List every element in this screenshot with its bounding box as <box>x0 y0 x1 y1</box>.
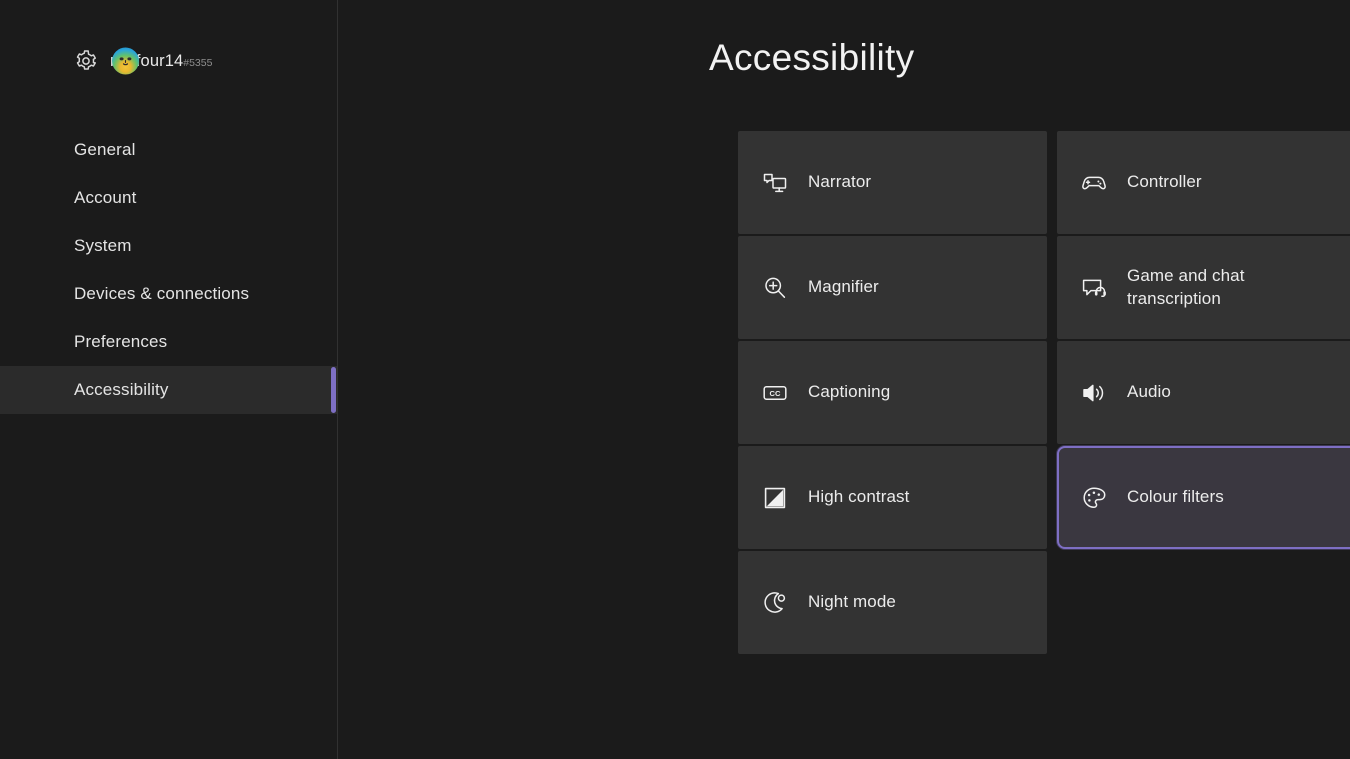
tile-magnifier[interactable]: Magnifier <box>738 236 1047 339</box>
moon-icon <box>760 588 790 618</box>
sidebar-item-general[interactable]: General <box>0 126 338 174</box>
tile-label: Audio <box>1127 382 1171 402</box>
tile-label: Night mode <box>808 592 896 612</box>
selection-accent-bar <box>331 367 336 413</box>
tile-game-and-chat-transcription[interactable]: Game and chat transcription <box>1057 236 1350 339</box>
account-header[interactable]: mRfour14 #5355 <box>0 40 338 82</box>
sidebar-item-devices-connections[interactable]: Devices & connections <box>0 270 338 318</box>
svg-text:CC: CC <box>770 389 781 398</box>
tile-grid-empty-cell <box>1057 551 1350 654</box>
main-content: Accessibility Narrator Controller Magnif… <box>338 0 1350 759</box>
sidebar-item-label: General <box>74 140 136 159</box>
magnifier-icon <box>760 273 790 303</box>
tile-label: Game and chat transcription <box>1127 266 1245 308</box>
sidebar-nav: General Account System Devices & connect… <box>0 126 338 414</box>
tile-captioning[interactable]: CC Captioning <box>738 341 1047 444</box>
settings-tile-grid: Narrator Controller Magnifier Game and c… <box>738 131 1350 654</box>
controller-icon <box>1079 168 1109 198</box>
sidebar-item-account[interactable]: Account <box>0 174 338 222</box>
narrator-icon <box>760 168 790 198</box>
palette-icon <box>1079 483 1109 513</box>
sidebar-item-preferences[interactable]: Preferences <box>0 318 338 366</box>
gear-icon[interactable] <box>74 49 98 73</box>
tile-label: Controller <box>1127 172 1202 192</box>
tile-night-mode[interactable]: Night mode <box>738 551 1047 654</box>
xbox-settings-screen: mRfour14 #5355 General Account System De… <box>0 0 1350 759</box>
tile-label: Captioning <box>808 382 891 402</box>
sidebar-item-label: Account <box>74 188 137 207</box>
sidebar-item-label: Devices & connections <box>74 284 250 303</box>
captioning-icon: CC <box>760 378 790 408</box>
sidebar-item-label: System <box>74 236 132 255</box>
sidebar-item-system[interactable]: System <box>0 222 338 270</box>
sidebar-item-label: Accessibility <box>74 380 169 399</box>
tile-label: Colour filters <box>1127 487 1224 507</box>
tile-label: Magnifier <box>808 277 879 297</box>
tile-colour-filters[interactable]: Colour filters <box>1057 446 1350 549</box>
sidebar-item-label: Preferences <box>74 332 168 351</box>
tile-narrator[interactable]: Narrator <box>738 131 1047 234</box>
avatar[interactable] <box>112 47 139 75</box>
transcription-icon <box>1079 273 1109 303</box>
tile-label: Narrator <box>808 172 872 192</box>
audio-icon <box>1079 378 1109 408</box>
sidebar: mRfour14 #5355 General Account System De… <box>0 0 338 759</box>
tile-audio[interactable]: Audio <box>1057 341 1350 444</box>
page-title: Accessibility <box>709 37 915 78</box>
tile-high-contrast[interactable]: High contrast <box>738 446 1047 549</box>
gamertag-suffix: #5355 <box>183 56 213 69</box>
contrast-icon <box>760 483 790 513</box>
sidebar-item-accessibility[interactable]: Accessibility <box>0 366 338 414</box>
tile-label: High contrast <box>808 487 910 507</box>
tile-controller[interactable]: Controller <box>1057 131 1350 234</box>
